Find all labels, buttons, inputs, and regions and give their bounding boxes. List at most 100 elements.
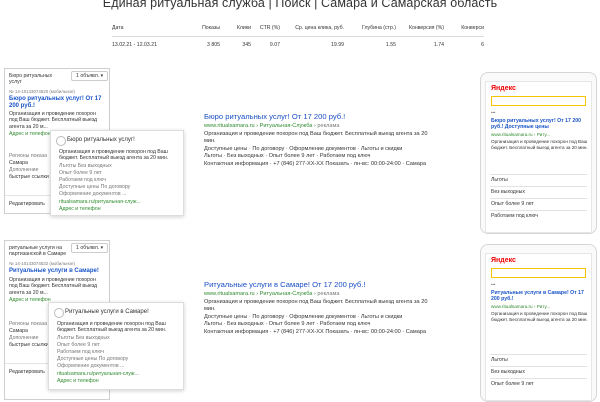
- desktop-preview-2: Ритуальные услуги в Самаре! От 17 200 ру…: [204, 280, 474, 336]
- mobile-ad-url[interactable]: www.ritualsamara.ru › Риту...: [491, 132, 550, 138]
- ad-id: № 14-10143074532 (мобильное): [9, 261, 75, 266]
- popup-text: Организация и проведение похорон под Ваш…: [57, 321, 167, 334]
- cell-ctr: 9.07: [269, 42, 280, 48]
- ad-count-dropdown[interactable]: 1 объявл. ▾: [71, 71, 109, 82]
- popup-address-link[interactable]: Адрес и телефон: [59, 206, 101, 212]
- col-ctr: CTR (%): [251, 20, 280, 37]
- mobile-ad-text: Организация и проведение похорон под Ваш…: [491, 139, 588, 150]
- popup-meta-3: Работаем под ключ: [57, 349, 104, 355]
- desktop-ad-title[interactable]: Бюро ритуальных услуг! От 17 200 руб.!: [204, 112, 474, 121]
- ad-count-dropdown[interactable]: 1 объявл. ▾: [71, 243, 109, 254]
- desktop-ad-url[interactable]: www.ritualsamara.ru › Ритуальная-Служба …: [204, 291, 316, 297]
- popup-meta-2: Опыт более 9 лет: [59, 170, 102, 176]
- region-value: Самара: [9, 160, 28, 166]
- desktop-ad-meta: Льготы · Без выходных · Опыт более 9 лет…: [204, 153, 371, 160]
- desktop-ad-contact[interactable]: Контактная информация · +7 (846) 277-ХХ-…: [204, 161, 474, 168]
- mobile-ad-title[interactable]: Ритуальные услуги в Самаре! От 17 200 ру…: [491, 290, 591, 303]
- mobile-link-2[interactable]: Без выходных: [491, 189, 525, 195]
- col-conversion: Конверсия (%): [396, 20, 444, 37]
- ad-preview-popup-1: Бюро ритуальных услуг! Организация и про…: [50, 130, 184, 216]
- desktop-ad-url[interactable]: www.ritualsamara.ru › Ритуальная-Служба …: [204, 123, 316, 129]
- edit-link[interactable]: Редактировать: [9, 201, 45, 207]
- quick-link-2[interactable]: По договору: [252, 314, 284, 320]
- mobile-ad-url[interactable]: www.ritualsamara.ru › Риту...: [491, 304, 550, 310]
- stats-row: 13.02.21 - 12.03.21 3 805 345 9.07 19.99…: [112, 37, 484, 54]
- quick-link-1[interactable]: Доступные цены: [204, 146, 247, 152]
- ad-title[interactable]: Бюро ритуальных услуг! От 17 200 руб.!: [9, 96, 107, 110]
- quick-link-3[interactable]: Оформление документов: [289, 146, 356, 152]
- addons-label: Дополнение: [9, 335, 39, 341]
- page-title: Единая ритуальная служба | Поиск | Самар…: [102, 0, 498, 10]
- mobile-ad-text: Организация и проведение похорон под Ваш…: [491, 311, 588, 322]
- popup-meta-1: Лъготы Без выходных: [59, 163, 112, 169]
- col-cpc: Ср. цена клика, руб.: [280, 20, 344, 37]
- popup-meta-4: Доступные цены По договору: [59, 184, 131, 190]
- yandex-logo: Яндекс: [491, 257, 516, 264]
- col-impressions: Показы: [187, 20, 220, 37]
- cell-depth: 1.55: [385, 42, 396, 48]
- search-input[interactable]: [491, 96, 586, 106]
- quick-link-4[interactable]: Льготы и скидки: [361, 314, 403, 320]
- desktop-ad-text: Организация и проведение похорон под Ваш…: [204, 131, 428, 144]
- search-input[interactable]: [491, 268, 586, 278]
- quick-link-3[interactable]: Оформление документов: [289, 314, 356, 320]
- popup-meta-5: Оформление документов ...: [59, 191, 127, 197]
- popup-meta-3: Работаем под ключ: [59, 177, 106, 183]
- mobile-link-1[interactable]: Льготы: [491, 357, 508, 363]
- edit-link[interactable]: Редактировать: [9, 369, 45, 375]
- mobile-link-1[interactable]: Льготы: [491, 177, 508, 183]
- mobile-tabs: •••: [491, 282, 496, 287]
- popup-meta-5: Оформление документов ...: [57, 363, 125, 369]
- address-link[interactable]: Адрес и телефон: [9, 131, 51, 137]
- quick-link-2[interactable]: По договору: [252, 146, 284, 152]
- yandex-logo: Яндекс: [491, 85, 516, 92]
- cell-conversions: 6: [481, 42, 484, 48]
- mobile-preview-1: Яндекс ••• Бюро ритуальных услуг! От 17 …: [480, 72, 597, 234]
- ad-count-label: 1 объявл.: [76, 245, 100, 251]
- cell-cpc: 19.99: [331, 42, 344, 48]
- quick-link-4[interactable]: Льготы и скидки: [361, 146, 403, 152]
- popup-url[interactable]: ritualsamara.ru/ритуальная-служ...: [57, 371, 139, 377]
- ad-title[interactable]: Ритуальные услуги в Самаре!: [9, 268, 107, 275]
- popup-url[interactable]: ritualsamara.ru/ритуальная-служ...: [59, 199, 141, 205]
- ad-count-label: 1 объявл.: [76, 73, 100, 79]
- col-depth: Глубина (стр.): [344, 20, 396, 37]
- desktop-preview-1: Бюро ритуальных услуг! От 17 200 руб.! w…: [204, 112, 474, 168]
- addons-value: быстрые ссылки: [9, 174, 49, 180]
- addons-value: быстрые ссылки: [9, 342, 49, 348]
- popup-meta-4: Доступные цены По договору: [57, 356, 129, 362]
- desktop-ad-title[interactable]: Ритуальные услуги в Самаре! От 17 200 ру…: [204, 280, 474, 289]
- desktop-ad-text: Организация и проведение похорон под Ваш…: [204, 299, 428, 312]
- mobile-link-3[interactable]: Опыт более 9 лет: [491, 381, 534, 387]
- addons-label: Дополнение: [9, 167, 39, 173]
- mobile-link-3[interactable]: Опыт более 9 лет: [491, 201, 534, 207]
- cell-date: 13.02.21 - 12.03.21: [112, 42, 157, 48]
- ad-id: № 14-10143074520 (мобильное): [9, 89, 75, 94]
- stats-header-row: Дата Показы Клики CTR (%) Ср. цена клика…: [112, 20, 484, 37]
- cell-conversion: 1.74: [433, 42, 444, 48]
- popup-address-link[interactable]: Адрес и телефон: [57, 378, 99, 384]
- info-icon: [54, 308, 64, 318]
- cell-impressions: 3 805: [207, 42, 220, 48]
- ad-text: Организация и проведение похорон под Ваш…: [9, 111, 97, 130]
- address-link[interactable]: Адрес и телефон: [9, 297, 51, 303]
- mobile-link-2[interactable]: Без выходных: [491, 369, 525, 375]
- popup-title: Ритуальные услуги в Самаре!: [65, 309, 149, 315]
- regions-label: Регионы показа: [9, 321, 47, 327]
- cell-clicks: 345: [242, 42, 251, 48]
- mobile-ad-title[interactable]: Бюро ритуальных услуг! От 17 200 руб.! Д…: [491, 118, 591, 131]
- ad-label: реклама: [317, 291, 340, 297]
- ad-group-label: ритуальные услуги на партизанской в Сама…: [9, 245, 67, 258]
- mobile-tabs: •••: [491, 110, 496, 115]
- desktop-ad-contact[interactable]: Контактная информация · +7 (846) 277-ХХ-…: [204, 329, 474, 336]
- chevron-down-icon: ▾: [100, 73, 104, 79]
- region-value: Самара: [9, 328, 28, 334]
- info-icon: [56, 136, 66, 146]
- chevron-down-icon: ▾: [100, 245, 104, 251]
- popup-meta-1: Лъготы Без выходных: [57, 335, 110, 341]
- mobile-link-4[interactable]: Работаем под ключ: [491, 213, 538, 219]
- regions-label: Регионы показа: [9, 153, 47, 159]
- ad-preview-popup-2: Ритуальные услуги в Самаре! Организация …: [48, 302, 184, 390]
- quick-link-1[interactable]: Доступные цены: [204, 314, 247, 320]
- popup-title: Бюро ритуальных услуг!: [67, 137, 135, 143]
